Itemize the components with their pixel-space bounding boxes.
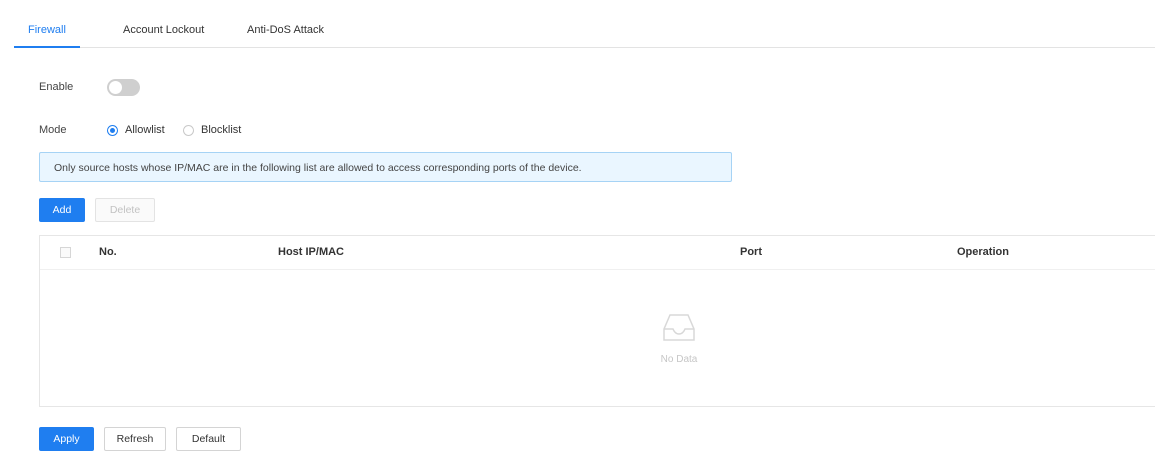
default-button[interactable]: Default [176,427,241,451]
blocklist-radio[interactable] [183,124,194,136]
mode-option-allowlist[interactable]: Allowlist [107,122,165,138]
blocklist-label: Blocklist [201,124,242,136]
tab-account-lockout[interactable]: Account Lockout [109,0,218,47]
empty-inbox-icon [663,314,695,341]
allowlist-label: Allowlist [125,124,165,136]
column-header-port: Port [740,246,762,258]
table-header: No. Host IP/MAC Port Operation [40,236,1155,270]
tab-anti-dos-attack[interactable]: Anti-DoS Attack [233,0,338,47]
allowlist-radio[interactable] [107,124,118,136]
apply-button[interactable]: Apply [39,427,94,451]
column-header-operation: Operation [957,246,1009,258]
mode-label: Mode [39,124,67,136]
column-header-no: No. [99,246,117,258]
add-button[interactable]: Add [39,198,85,222]
tab-firewall[interactable]: Firewall [14,0,80,48]
host-table: No. Host IP/MAC Port Operation No Data [39,235,1155,407]
info-banner: Only source hosts whose IP/MAC are in th… [39,152,732,182]
enable-label: Enable [39,81,74,93]
column-header-host: Host IP/MAC [278,246,344,258]
select-all-checkbox[interactable] [60,247,71,258]
refresh-button[interactable]: Refresh [104,427,166,451]
empty-state-text: No Data [660,354,698,365]
tab-bar: Firewall Account Lockout Anti-DoS Attack [14,0,1155,48]
delete-button[interactable]: Delete [95,198,155,222]
toggle-knob [109,81,122,94]
mode-option-blocklist[interactable]: Blocklist [183,122,241,138]
enable-toggle[interactable] [107,79,140,96]
info-message: Only source hosts whose IP/MAC are in th… [54,162,582,174]
